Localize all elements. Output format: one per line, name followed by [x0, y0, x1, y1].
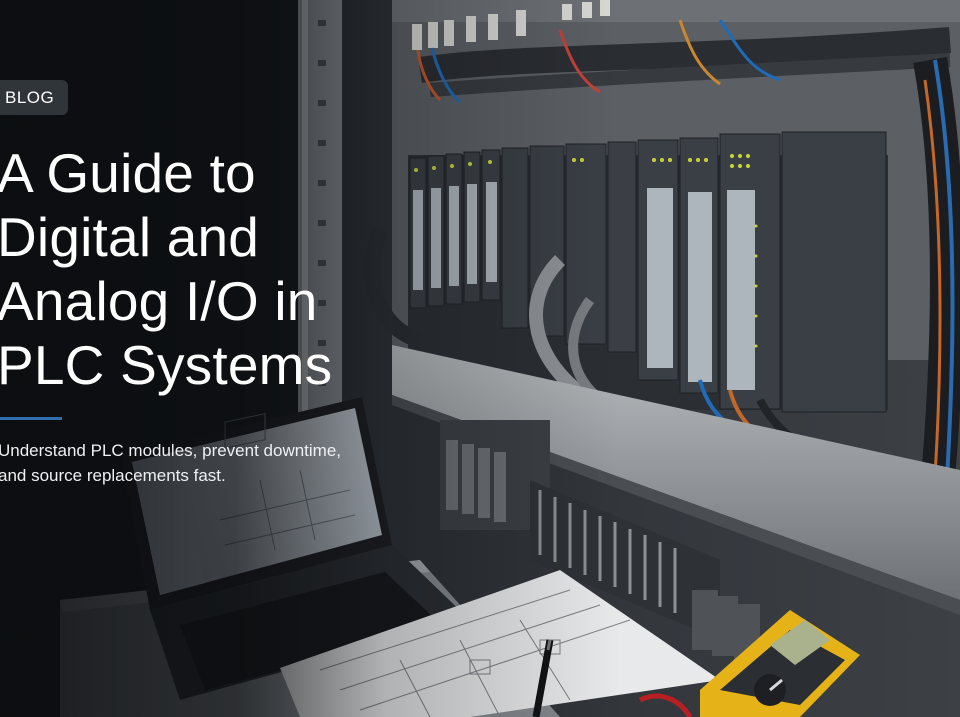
accent-divider — [0, 417, 62, 420]
article-subtitle: Understand PLC modules, prevent downtime… — [0, 441, 342, 485]
hero-banner: BLOG A Guide to Digital and Analog I/O i… — [0, 0, 960, 717]
hero-content: BLOG A Guide to Digital and Analog I/O i… — [0, 80, 400, 488]
category-badge[interactable]: BLOG — [0, 80, 69, 115]
article-title: A Guide to Digital and Analog I/O in PLC… — [0, 142, 333, 396]
